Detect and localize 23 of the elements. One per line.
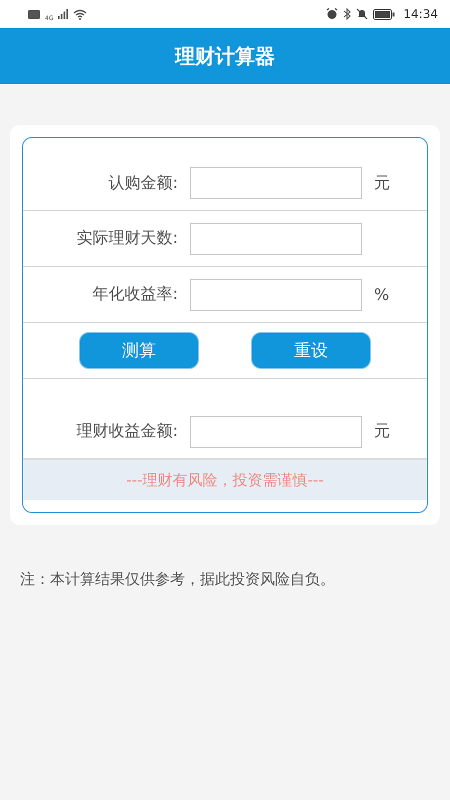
action-button[interactable]: 重设 <box>251 332 371 369</box>
action-button[interactable]: 测算 <box>79 332 199 369</box>
input-field[interactable] <box>190 222 362 254</box>
wifi-icon <box>73 8 88 20</box>
field-label: 年化收益率: <box>92 284 179 305</box>
unit-label: % <box>374 285 390 304</box>
warning-text: ---理财有风险，投资需谨慎--- <box>126 470 324 490</box>
field-label: 实际理财天数: <box>76 228 179 249</box>
disclaimer-note: 注：本计算结果仅供参考，据此投资风险自负。 <box>20 570 336 589</box>
bluetooth-icon <box>343 8 352 20</box>
field-label: 认购金额: <box>108 172 179 194</box>
signal-icon <box>58 9 68 19</box>
input-field[interactable] <box>190 167 362 199</box>
page-title: 理财计算器 <box>175 42 275 70</box>
input-field[interactable] <box>190 278 362 310</box>
battery-icon <box>373 8 396 20</box>
status-time: 14:34 <box>403 7 438 21</box>
alarm-icon <box>326 8 338 20</box>
unit-label: 元 <box>374 421 390 440</box>
input-field[interactable] <box>190 416 362 448</box>
unit-label: 元 <box>374 172 390 192</box>
field-label: 理财收益金额: <box>76 421 179 442</box>
bell-off-icon <box>356 8 368 20</box>
